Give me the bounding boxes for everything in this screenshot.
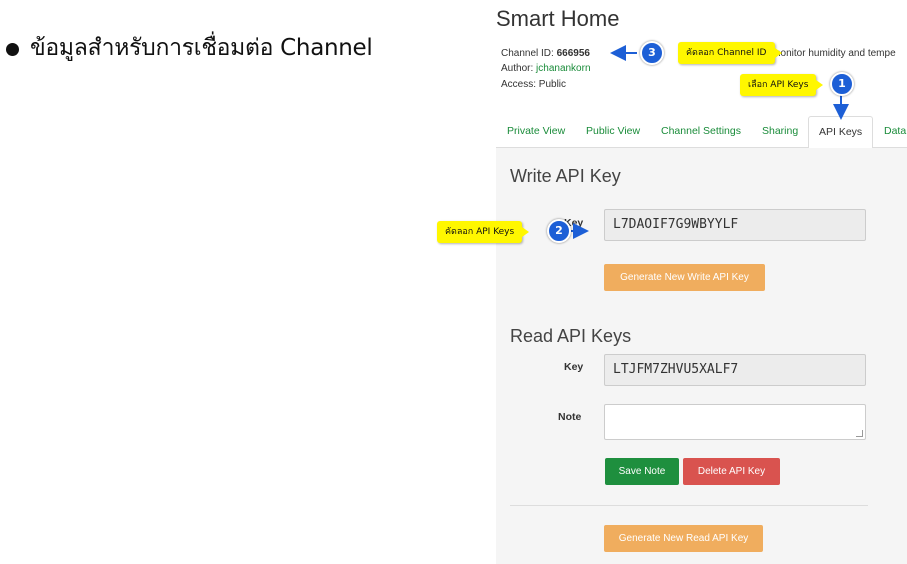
- callout-copy-api-keys: คัดลอก API Keys: [437, 221, 530, 243]
- callout-select-api-keys: เลือก API Keys: [740, 74, 824, 96]
- callout-copy-channel-id: คัดลอก Channel ID: [678, 42, 781, 64]
- step-3-badge: 3: [640, 41, 664, 65]
- step-1-badge: 1: [830, 72, 854, 96]
- step-2-badge: 2: [547, 219, 571, 243]
